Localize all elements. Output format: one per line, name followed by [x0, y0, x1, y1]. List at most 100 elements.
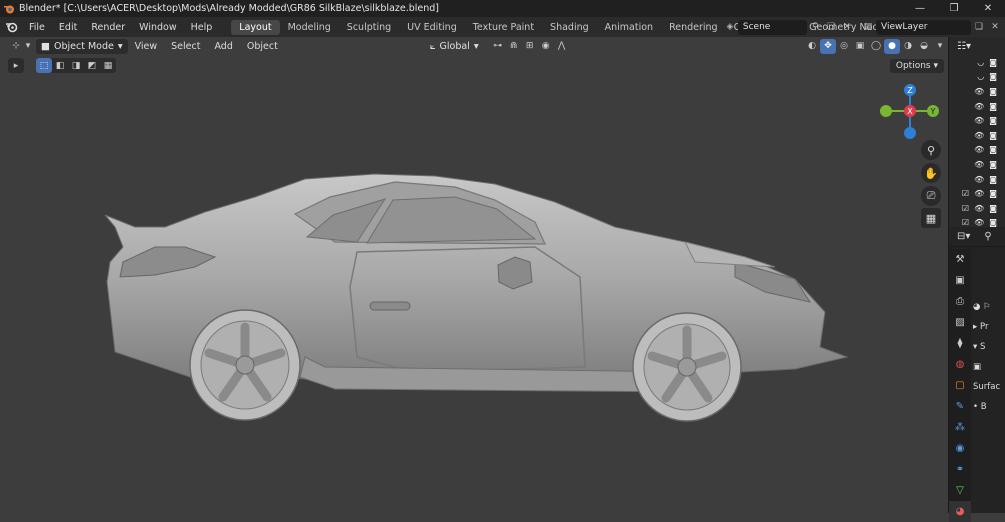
outliner-row[interactable]: 👁 ◙: [949, 172, 1005, 187]
select-subtract-icon[interactable]: ◨: [68, 61, 84, 71]
tab-tool-icon[interactable]: ⚒: [949, 249, 971, 270]
menu-file[interactable]: File: [22, 22, 52, 33]
scene-icon[interactable]: ◈: [722, 20, 738, 35]
rendered-shading-icon[interactable]: ◒: [916, 41, 932, 51]
tab-render-icon[interactable]: ▣: [949, 270, 971, 291]
menu-select[interactable]: Select: [164, 41, 207, 52]
3d-viewport[interactable]: ⊹ ▾ ■ Object Mode ▾ View Select Add Objec…: [0, 37, 948, 513]
menu-edit[interactable]: Edit: [52, 22, 84, 33]
select-invert-icon[interactable]: ◩: [84, 61, 100, 71]
tab-physics-icon[interactable]: ◉: [949, 438, 971, 459]
render-camera-icon[interactable]: ◙: [989, 102, 997, 111]
visibility-eye-icon[interactable]: 👁: [974, 218, 984, 227]
exclude-checkbox[interactable]: ☑: [962, 218, 969, 227]
visibility-eye-icon[interactable]: 👁: [974, 116, 984, 125]
maximize-button[interactable]: ❐: [937, 0, 971, 17]
render-camera-icon[interactable]: ◙: [989, 116, 997, 125]
navigation-gizmo[interactable]: Z Y X: [878, 83, 944, 145]
menu-window[interactable]: Window: [132, 22, 183, 33]
tab-particles-icon[interactable]: ⁂: [949, 417, 971, 438]
pin-icon[interactable]: ⚲: [807, 20, 823, 35]
tab-view-layer-icon[interactable]: ▨: [949, 312, 971, 333]
visibility-eye-icon[interactable]: 👁: [974, 102, 984, 111]
pan-hand-icon[interactable]: ✋: [921, 163, 941, 183]
visibility-eye-icon[interactable]: 👁: [974, 189, 984, 198]
falloff-icon[interactable]: ⋀: [554, 41, 570, 51]
outliner-row[interactable]: ☑ 👁 ◙: [949, 186, 1005, 201]
pivot-icon[interactable]: ⊶: [490, 41, 506, 51]
menu-render[interactable]: Render: [84, 22, 132, 33]
render-camera-icon[interactable]: ◙: [989, 204, 997, 213]
tab-object-icon[interactable]: ▢: [949, 375, 971, 396]
menu-object[interactable]: Object: [240, 41, 285, 52]
options-dropdown[interactable]: Options ▾: [889, 59, 944, 73]
wireframe-shading-icon[interactable]: ◯: [868, 41, 884, 51]
editor-type-button[interactable]: ⊹ ▾: [8, 39, 32, 54]
search-icon[interactable]: ⚲: [984, 231, 991, 242]
object-mode-dropdown[interactable]: ■ Object Mode ▾: [36, 38, 128, 54]
solid-shading-icon[interactable]: ●: [884, 38, 900, 54]
viewlayer-icon[interactable]: ▤: [860, 20, 876, 35]
new-scene-icon[interactable]: ❏: [823, 20, 839, 35]
camera-view-icon[interactable]: ⎚: [921, 186, 941, 206]
menu-help[interactable]: Help: [184, 22, 220, 33]
outliner-editor-icon[interactable]: ☷▾: [957, 41, 971, 52]
preview-section[interactable]: ▸ Pr: [973, 317, 1005, 337]
render-camera-icon[interactable]: ◙: [989, 58, 997, 67]
delete-viewlayer-icon[interactable]: ✕: [987, 20, 1003, 35]
exclude-checkbox[interactable]: ☑: [962, 189, 969, 198]
tab-layout[interactable]: Layout: [231, 19, 280, 35]
tab-modifier-icon[interactable]: ✎: [949, 396, 971, 417]
car-model[interactable]: [95, 167, 855, 422]
shading-options-icon[interactable]: ▾: [932, 41, 948, 51]
material-shading-icon[interactable]: ◑: [900, 41, 916, 51]
visibility-icon[interactable]: ◐: [804, 41, 820, 51]
overlay-icon[interactable]: ◎: [836, 41, 852, 51]
proportional-edit-icon[interactable]: ◉: [538, 41, 554, 51]
select-intersect-icon[interactable]: ▦: [100, 61, 116, 71]
visibility-eye-icon[interactable]: ◡: [977, 72, 984, 81]
xray-icon[interactable]: ▣: [852, 41, 868, 51]
material-preview-icon[interactable]: ◕ ⚐: [973, 297, 1005, 317]
visibility-eye-icon[interactable]: 👁: [974, 204, 984, 213]
outliner-row[interactable]: ◡ ◙: [949, 70, 1005, 85]
tab-animation[interactable]: Animation: [597, 20, 661, 35]
tab-sculpting[interactable]: Sculpting: [339, 20, 399, 35]
tab-material-icon[interactable]: ◕: [949, 501, 971, 522]
outliner-row[interactable]: ◡ ◙: [949, 55, 1005, 70]
exclude-checkbox[interactable]: ☑: [962, 204, 969, 213]
render-camera-icon[interactable]: ◙: [989, 131, 997, 140]
render-camera-icon[interactable]: ◙: [989, 145, 997, 154]
outliner-panel[interactable]: ☷▾ ◡ ◙ ◡ ◙ 👁 ◙ 👁 ◙ 👁 ◙ 👁 ◙ 👁 ◙ 👁 ◙ 👁 ◙ ☑ 👁 ◙ ☑ 👁 ◙ ☑ 👁 ◙: [948, 37, 1005, 227]
ortho-grid-icon[interactable]: ▦: [921, 208, 941, 228]
render-camera-icon[interactable]: ◙: [989, 218, 997, 227]
viewlayer-field[interactable]: ViewLayer: [876, 19, 971, 35]
tab-constraints-icon[interactable]: ⚭: [949, 459, 971, 480]
use-nodes-icon[interactable]: ▣: [973, 357, 1005, 377]
visibility-eye-icon[interactable]: 👁: [974, 145, 984, 154]
surface-field[interactable]: Surfac: [973, 377, 1005, 397]
tab-data-icon[interactable]: ▽: [949, 480, 971, 501]
tab-shading[interactable]: Shading: [542, 20, 597, 35]
select-extend-icon[interactable]: ◧: [52, 61, 68, 71]
magnet-icon[interactable]: ⋒: [506, 41, 522, 51]
tab-output-icon[interactable]: ⎙: [949, 291, 971, 312]
select-tool-button[interactable]: ▸: [8, 58, 24, 73]
tab-scene-icon[interactable]: ⧫: [949, 333, 971, 354]
neg-y-axis-handle[interactable]: [880, 105, 892, 117]
outliner-row[interactable]: 👁 ◙: [949, 113, 1005, 128]
render-camera-icon[interactable]: ◙: [989, 160, 997, 169]
close-button[interactable]: ✕: [971, 0, 1005, 17]
tab-uv-editing[interactable]: UV Editing: [399, 20, 465, 35]
properties-panel[interactable]: ⊟▾ ⚲ ⚒ ▣ ⎙ ▨ ⧫ ◍ ▢ ✎ ⁂ ◉ ⚭ ▽ ◕ ◕ ⚐ ▸ Pr …: [948, 227, 1005, 522]
zoom-icon[interactable]: ⚲: [921, 140, 941, 160]
gizmo-toggle-icon[interactable]: ✥: [820, 38, 836, 54]
surface-section[interactable]: ▾ S: [973, 337, 1005, 357]
properties-editor-icon[interactable]: ⊟▾: [957, 231, 970, 242]
minimize-button[interactable]: —: [903, 0, 937, 17]
render-camera-icon[interactable]: ◙: [989, 72, 997, 81]
visibility-eye-icon[interactable]: 👁: [974, 131, 984, 140]
outliner-row[interactable]: 👁 ◙: [949, 99, 1005, 114]
new-viewlayer-icon[interactable]: ❏: [971, 20, 987, 35]
material-slots[interactable]: [973, 249, 1005, 297]
